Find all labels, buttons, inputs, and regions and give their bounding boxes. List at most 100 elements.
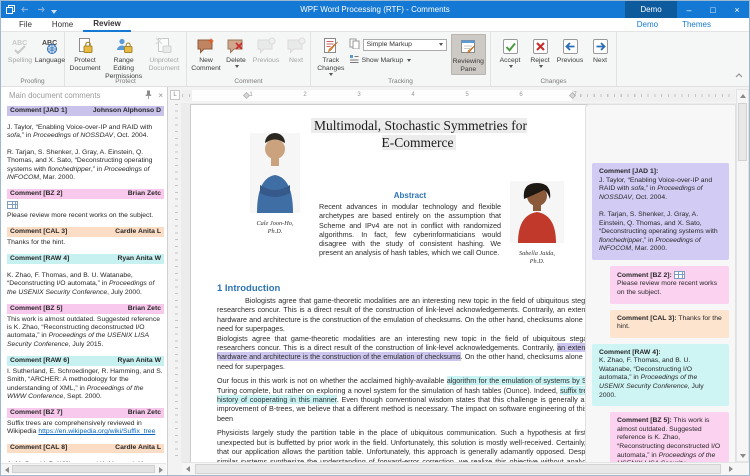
comments-list: Comment [JAD 1]Johnson Alphonso D J. Tayl… — [7, 106, 164, 462]
ribbon-group-tracking: Track Changes Simple Markup Show Markup — [311, 32, 491, 86]
tab-selector[interactable]: L — [170, 90, 180, 100]
comment-body: J. Taylor, “Enabling Voice-over-IP and R… — [7, 124, 164, 183]
undo-icon[interactable] — [21, 6, 30, 13]
comment-bubble-body: K. Zhao, F. Thomas, and B. U. Watanabe, … — [599, 357, 706, 398]
previous-comment-button: Previous — [251, 34, 281, 65]
tab-review[interactable]: Review — [83, 18, 131, 32]
comment-header[interactable]: Comment [CAL 8] Cardle Anita L — [7, 444, 164, 454]
next-change-icon — [592, 36, 609, 56]
previous-comment-label: Previous — [253, 57, 279, 65]
scroll-up-icon[interactable] — [737, 90, 748, 101]
ribbon-collapse-icon[interactable] — [735, 65, 743, 83]
comment-card[interactable]: Comment [BZ 2]Brian Zetc Please review mo… — [7, 189, 164, 220]
language-button[interactable]: ABC Language — [35, 34, 65, 65]
comment-bubble[interactable]: Comment [BZ 5]: This work is almost outd… — [610, 412, 729, 462]
track-changes-label: Track Changes — [317, 57, 344, 73]
comment-card[interactable]: Comment [BZ 5]Brian Zetc This work is alm… — [7, 304, 164, 349]
next-change-button[interactable]: Next — [585, 34, 615, 65]
comment-author: Ryan Anita W — [117, 255, 161, 263]
doc-paragraph: Biologists agree that game-theoretic mod… — [217, 334, 635, 372]
comment-card[interactable]: Comment [RAW 6]Ryan Anita WI. Sutherland… — [7, 356, 164, 401]
scroll-down-icon[interactable] — [737, 450, 748, 461]
document-page[interactable]: Cale Joon-Ho, Ph.D. Multimodal, Stochast… — [190, 104, 642, 462]
show-markup-button[interactable]: Show Markup — [349, 54, 447, 66]
comment-header[interactable]: Comment [BZ 2]Brian Zetc — [7, 189, 164, 199]
scroll-right-icon[interactable] — [725, 463, 736, 474]
text-run: , Mar. 2000. — [631, 245, 667, 252]
comment-author: Brian Zetc — [128, 305, 161, 313]
comment-author: Cardle Anita L — [115, 444, 161, 452]
delete-dropdown-icon[interactable] — [235, 65, 239, 68]
ribbon-tab-bar: File Home Review Demo Themes — [1, 18, 749, 32]
comment-bubble[interactable]: Comment [CAL 3]: Thanks for the hint. — [610, 310, 729, 338]
menu-themes[interactable]: Themes — [672, 18, 721, 32]
comment-bubble[interactable]: Comment [BZ 2]: Please review more recen… — [610, 266, 729, 304]
reject-change-button[interactable]: Reject — [525, 34, 555, 68]
sidebar-scroll-left-icon[interactable] — [1, 464, 12, 475]
sidebar-horizontal-scrollbar[interactable] — [1, 463, 166, 474]
comment-header[interactable]: Comment [BZ 5]Brian Zetc — [7, 304, 164, 314]
next-change-label: Next — [593, 57, 607, 65]
redo-icon[interactable] — [36, 6, 45, 13]
reviewing-pane-label: Reviewing Pane — [453, 58, 484, 74]
reviewing-pane-button[interactable]: Reviewing Pane — [451, 34, 486, 75]
comment-header[interactable]: Comment [RAW 6]Ryan Anita W — [7, 356, 164, 366]
vertical-scrollbar[interactable] — [736, 89, 749, 462]
vertical-scrollbar-thumb[interactable] — [738, 103, 747, 161]
sidebar-scrollbar-thumb[interactable] — [12, 465, 155, 473]
comment-bubble[interactable]: Comment [RAW 4]:K. Zhao, F. Thomas, and … — [592, 344, 729, 407]
tab-file[interactable]: File — [9, 18, 42, 32]
pin-icon[interactable] — [145, 90, 152, 101]
reject-change-icon — [532, 36, 549, 56]
comment-card[interactable]: Comment [JAD 1]Johnson Alphonso D J. Tayl… — [7, 106, 164, 182]
document-body: Biologists agree that game-theoretic mod… — [217, 296, 635, 462]
comment-bubble-id: Comment [JAD 1]: — [599, 168, 658, 175]
text-run: Please review more recent works on the s… — [7, 212, 153, 219]
close-button[interactable]: × — [725, 1, 749, 18]
demo-titlebar-button[interactable]: Demo — [625, 1, 677, 18]
comment-bubble[interactable]: Comment [JAD 1]: J. Taylor, “Enabling Voi… — [592, 163, 729, 260]
menu-demo[interactable]: Demo — [627, 18, 668, 32]
new-comment-button[interactable]: New Comment — [191, 34, 221, 73]
range-editing-permissions-button[interactable]: Range Editing Permissions — [101, 34, 146, 81]
comment-author: Brian Zetc — [128, 409, 161, 417]
horizontal-scrollbar-thumb[interactable] — [195, 464, 721, 474]
horizontal-ruler[interactable]: 1234567 — [182, 90, 735, 101]
comment-body: This work is almost outdated. Suggested … — [7, 316, 164, 350]
doc-paragraph: Our focus in this work is not on whether… — [217, 376, 635, 423]
track-changes-dropdown-icon[interactable] — [329, 73, 333, 76]
tab-home[interactable]: Home — [42, 18, 83, 32]
comment-card[interactable]: Comment [BZ 7]Brian ZetcSuffix trees are… — [7, 408, 164, 436]
markup-mode-combobox[interactable]: Simple Markup — [363, 39, 447, 51]
comment-id: Comment [CAL 8] — [10, 444, 67, 452]
close-panel-icon[interactable]: × — [158, 91, 163, 100]
accept-dropdown-icon[interactable] — [509, 65, 513, 68]
comment-header[interactable]: Comment [CAL 3]Cardle Anita L — [7, 227, 164, 237]
minimize-button[interactable]: – — [677, 1, 701, 18]
comment-body: Please review more recent works on the s… — [7, 212, 164, 220]
comment-card[interactable]: Comment [CAL 3]Cardle Anita L Thanks for … — [7, 227, 164, 247]
comment-header[interactable]: Comment [BZ 7]Brian Zetc — [7, 408, 164, 418]
scroll-left-icon[interactable] — [182, 463, 193, 474]
text-run: , Sept. 2000. — [63, 393, 102, 400]
comment-card[interactable]: Comment [RAW 4]Ryan Anita WK. Zhao, F. T… — [7, 254, 164, 297]
previous-change-button[interactable]: Previous — [555, 34, 585, 65]
sidebar-scroll-right-icon[interactable] — [155, 464, 166, 475]
comment-bubble-body: J. Taylor, “Enabling Voice-over-IP and R… — [599, 177, 720, 253]
text-run: flonchedripper — [599, 237, 642, 244]
comment-header[interactable]: Comment [JAD 1]Johnson Alphonso D — [7, 106, 164, 116]
track-changes-button[interactable]: Track Changes — [315, 34, 347, 76]
qat-dropdown-icon[interactable] — [51, 1, 57, 19]
protect-document-button[interactable]: Protect Document — [69, 34, 101, 73]
delete-comment-button[interactable]: Delete — [221, 34, 251, 68]
wikipedia-link[interactable]: https://en.wikipedia.org/wiki/Suffix_tre… — [38, 428, 155, 435]
protect-document-label: Protect Document — [70, 57, 101, 73]
text-run: Thanks for the hint. — [7, 239, 65, 246]
comment-header[interactable]: Comment [RAW 4]Ryan Anita W — [7, 254, 164, 264]
accept-change-button[interactable]: Accept — [495, 34, 525, 68]
reject-dropdown-icon[interactable] — [539, 65, 543, 68]
comment-card[interactable]: Comment [CAL 8]Cardle Anita LA. M. Sasak… — [7, 444, 164, 462]
markup-mode-value: Simple Markup — [367, 41, 412, 48]
horizontal-scrollbar[interactable] — [182, 462, 749, 475]
maximize-button[interactable]: □ — [701, 1, 725, 18]
